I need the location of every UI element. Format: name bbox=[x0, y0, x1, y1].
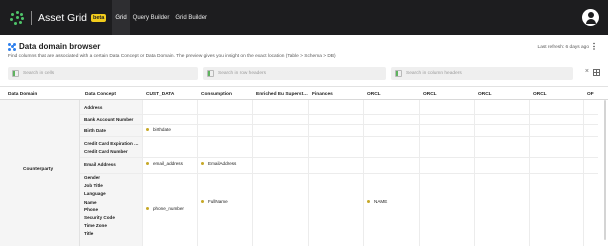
table-header: Data Domain Data Concept CUST_DATA Consu… bbox=[0, 86, 608, 100]
list-item[interactable]: Language bbox=[81, 191, 106, 196]
list-item[interactable]: Credit Card Expiration … bbox=[81, 141, 139, 146]
search-cells-input[interactable]: Search in cells bbox=[8, 67, 198, 80]
list-item[interactable]: Phone bbox=[81, 207, 98, 212]
col-header-data-concept[interactable]: Data Concept bbox=[82, 87, 116, 101]
cells-filter-icon bbox=[12, 70, 19, 77]
table-cell[interactable]: birthdate bbox=[146, 127, 171, 132]
match-dot-icon bbox=[146, 207, 149, 210]
clear-filters-icon[interactable]: × bbox=[585, 68, 589, 75]
cell-value: FullName bbox=[208, 199, 228, 204]
more-options-icon[interactable]: ⋮ bbox=[590, 42, 598, 51]
col-header-consumption[interactable]: Consumption bbox=[198, 87, 232, 101]
nav-grid-builder[interactable]: Grid Builder bbox=[172, 0, 210, 35]
list-item[interactable]: Title bbox=[81, 231, 93, 236]
top-navigation-bar: Asset Grid beta Grid Query Builder Grid … bbox=[0, 0, 608, 35]
search-rows-placeholder: Search in row headers bbox=[218, 71, 266, 76]
col-header-data-domain[interactable]: Data Domain bbox=[5, 87, 37, 101]
col-header-cust-data[interactable]: CUST_DATA bbox=[143, 87, 174, 101]
list-item[interactable]: Job Title bbox=[81, 183, 103, 188]
search-columns-placeholder: Search in column headers bbox=[406, 71, 462, 76]
nav-grid[interactable]: Grid bbox=[112, 0, 130, 35]
col-header-finances[interactable]: Finances bbox=[309, 87, 333, 101]
column-settings-icon[interactable] bbox=[593, 69, 600, 76]
cell-value: NAME bbox=[374, 199, 388, 204]
domain-cell: Counterparty bbox=[0, 100, 80, 246]
page-description: Find columns that are associated with a … bbox=[8, 54, 336, 59]
beta-badge: beta bbox=[91, 13, 107, 22]
match-dot-icon bbox=[146, 162, 149, 165]
col-header-orcl-4[interactable]: ORCL bbox=[530, 87, 547, 101]
data-grid: Data Domain Data Concept CUST_DATA Consu… bbox=[0, 86, 608, 246]
main-nav: Grid Query Builder Grid Builder bbox=[112, 0, 210, 35]
col-header-orcl-1[interactable]: ORCL bbox=[364, 87, 381, 101]
nav-query-builder[interactable]: Query Builder bbox=[130, 0, 173, 35]
title-divider bbox=[31, 10, 32, 25]
cell-value: phone_number bbox=[153, 206, 184, 211]
domain-label[interactable]: Counterparty bbox=[23, 167, 53, 172]
cell-value: EmailAddress bbox=[208, 161, 237, 166]
list-item[interactable]: Credit Card Number bbox=[81, 149, 128, 154]
list-item[interactable]: Email Address bbox=[81, 162, 116, 167]
col-header-orcl-3[interactable]: ORCL bbox=[475, 87, 492, 101]
vertical-scrollbar[interactable] bbox=[604, 100, 606, 240]
data-domain-icon bbox=[8, 42, 16, 51]
columns-filter-icon bbox=[395, 70, 402, 77]
last-refresh-text: Last refresh: 6 days ago bbox=[537, 45, 589, 50]
col-header-orcl-2[interactable]: ORCL bbox=[420, 87, 437, 101]
page-header: Data domain browser bbox=[8, 42, 100, 51]
list-item[interactable]: Address bbox=[81, 105, 102, 110]
asset-grid-logo-icon[interactable] bbox=[10, 10, 24, 25]
list-item[interactable]: Bank Account Number bbox=[81, 117, 133, 122]
list-item[interactable]: Name bbox=[81, 200, 97, 205]
app-title[interactable]: Asset Grid bbox=[38, 12, 87, 24]
list-item[interactable]: Gender bbox=[81, 175, 100, 180]
search-column-headers-input[interactable]: Search in column headers bbox=[391, 67, 573, 80]
list-item[interactable]: Birth Date bbox=[81, 128, 106, 133]
table-cell[interactable]: phone_number bbox=[146, 206, 184, 211]
search-cells-placeholder: Search in cells bbox=[23, 71, 55, 76]
table-cell[interactable]: EmailAddress bbox=[201, 161, 236, 166]
match-dot-icon bbox=[201, 200, 204, 203]
col-header-of[interactable]: OF bbox=[584, 87, 594, 101]
list-item[interactable]: Time Zone bbox=[81, 223, 107, 228]
match-dot-icon bbox=[146, 128, 149, 131]
user-avatar-icon[interactable] bbox=[582, 9, 599, 26]
list-item[interactable]: Security Code bbox=[81, 215, 115, 220]
rows-filter-icon bbox=[207, 70, 214, 77]
table-cell[interactable]: FullName bbox=[201, 199, 228, 204]
search-row-headers-input[interactable]: Search in row headers bbox=[203, 67, 386, 80]
cell-value: email_address bbox=[153, 161, 183, 166]
cell-value: birthdate bbox=[153, 127, 171, 132]
match-dot-icon bbox=[201, 162, 204, 165]
table-cell[interactable]: email_address bbox=[146, 161, 183, 166]
page-title: Data domain browser bbox=[19, 42, 101, 51]
match-dot-icon bbox=[367, 200, 370, 203]
table-cell[interactable]: NAME bbox=[367, 199, 387, 204]
col-header-enriched[interactable]: Enriched Eu Superst… bbox=[253, 87, 308, 101]
